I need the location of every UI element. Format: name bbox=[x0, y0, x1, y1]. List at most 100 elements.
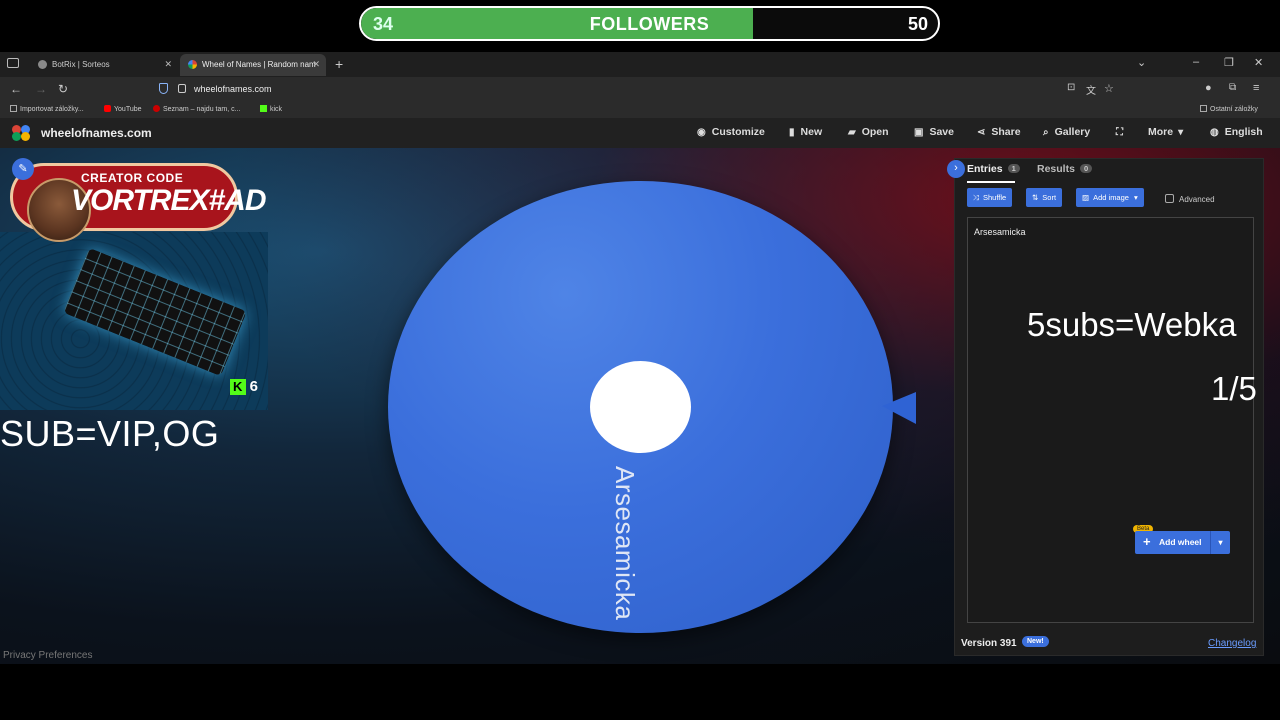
more-button[interactable]: More ▾ bbox=[1148, 126, 1183, 138]
bookmark-seznam[interactable]: Seznam – najdu tam, c... bbox=[153, 105, 240, 113]
botrix-favicon-icon bbox=[38, 60, 47, 69]
wheel-pointer bbox=[882, 392, 916, 424]
sub-perks-text: SUB=VIP,OG bbox=[0, 413, 220, 454]
translate-icon[interactable]: 文 bbox=[1086, 82, 1096, 97]
forward-icon[interactable]: → bbox=[35, 82, 47, 96]
new-badge: New! bbox=[1022, 636, 1049, 647]
followers-target: 50 bbox=[907, 14, 928, 34]
keyboard-image bbox=[63, 247, 247, 377]
globe-icon: ◍ bbox=[1210, 127, 1219, 138]
bookmark-import[interactable]: Importovat záložky... bbox=[10, 105, 84, 113]
screen: 34 FOLLOWERS 50 BotRix | Sorteos ✕ Wheel… bbox=[0, 0, 1280, 720]
youtube-icon bbox=[104, 105, 111, 112]
language-button[interactable]: ◍ English bbox=[1210, 126, 1263, 138]
active-tab-indicator bbox=[967, 181, 1015, 183]
sort-button[interactable]: ⇅ Sort bbox=[1026, 188, 1063, 207]
open-button[interactable]: ▰ Open bbox=[848, 126, 889, 138]
webcam-overlay: K6 bbox=[0, 232, 268, 410]
menu-icon[interactable]: ≡ bbox=[1253, 82, 1259, 94]
creator-code-banner: CREATOR CODE VORTREX#AD bbox=[10, 163, 266, 242]
collapse-chevron-icon[interactable]: › bbox=[947, 160, 965, 178]
wheel-entry-label: Arsesamicka bbox=[610, 466, 640, 621]
search-icon: ⌕ bbox=[1043, 127, 1049, 138]
tab-title: BotRix | Sorteos bbox=[52, 60, 110, 69]
profile-icon[interactable]: ● bbox=[1205, 82, 1212, 94]
privacy-preferences-link[interactable]: Privacy Preferences bbox=[3, 650, 92, 661]
add-wheel-dropdown-icon[interactable]: ▾ bbox=[1210, 531, 1230, 554]
bookmark-other[interactable]: Ostatní záložky bbox=[1200, 105, 1258, 113]
bookmark-star-icon[interactable]: ☆ bbox=[1104, 82, 1114, 95]
minimize-icon[interactable]: – bbox=[1193, 56, 1199, 68]
customize-button[interactable]: ◉ Customize bbox=[697, 126, 765, 138]
wheel-logo-icon[interactable] bbox=[12, 125, 32, 141]
changelog-link[interactable]: Changelog bbox=[1208, 638, 1256, 649]
checkbox-box[interactable] bbox=[1165, 194, 1174, 203]
kick-logo-icon: K bbox=[229, 379, 246, 395]
file-icon: ▮ bbox=[789, 127, 795, 138]
extensions-icon[interactable]: ⧉ bbox=[1229, 82, 1236, 93]
folder-icon bbox=[1200, 105, 1207, 112]
browser-tab-bar: BotRix | Sorteos ✕ Wheel of Names | Rand… bbox=[0, 52, 1280, 77]
close-tab-icon[interactable]: ✕ bbox=[164, 59, 172, 70]
address-bar-row: ← → ↻ wheelofnames.com ⊡ 文 ☆ ● ⧉ ≡ bbox=[0, 77, 1280, 102]
results-count-badge: 0 bbox=[1079, 164, 1093, 173]
caret-down-icon: ▾ bbox=[1133, 193, 1138, 202]
fullscreen-icon: ⛶ bbox=[1116, 127, 1123, 138]
kick-icon bbox=[260, 105, 267, 112]
add-wheel-button[interactable]: + Add wheel ▾ bbox=[1135, 531, 1230, 554]
spin-wheel[interactable]: Arsesamicka bbox=[388, 181, 893, 633]
creator-code-title: CREATOR CODE bbox=[81, 171, 184, 185]
save-button[interactable]: ▣ Save bbox=[914, 126, 954, 138]
bookmarks-bar: Importovat záložky... YouTube Seznam – n… bbox=[0, 102, 1280, 118]
tab-results[interactable]: Results 0 bbox=[1037, 163, 1093, 175]
subs-progress-text: 1/5 bbox=[1211, 370, 1257, 407]
bookmark-kick[interactable]: kick bbox=[260, 105, 282, 113]
fullscreen-button[interactable]: ⛶ bbox=[1116, 126, 1129, 138]
tab-botrix[interactable]: BotRix | Sorteos ✕ bbox=[30, 54, 178, 76]
back-icon[interactable]: ← bbox=[10, 82, 22, 96]
image-icon: ▨ bbox=[1082, 193, 1090, 202]
share-icon: ⋖ bbox=[977, 127, 986, 138]
tab-wheel-of-names[interactable]: Wheel of Names | Random nam ✕ bbox=[180, 54, 326, 76]
entries-textarea[interactable]: Arsesamicka bbox=[967, 217, 1254, 623]
tab-entries[interactable]: Entries 1 bbox=[967, 163, 1020, 175]
version-label: Version 391 bbox=[961, 638, 1017, 649]
site-header: wheelofnames.com ◉ Customize ▮ New ▰ Open ▣… bbox=[0, 118, 1280, 148]
edit-pencil-icon[interactable]: ✎ bbox=[12, 158, 34, 180]
wheel-hub[interactable] bbox=[590, 361, 691, 453]
seznam-icon bbox=[153, 105, 160, 112]
import-icon bbox=[10, 105, 17, 112]
shuffle-button[interactable]: ⤨ Shuffle bbox=[967, 188, 1013, 207]
install-app-icon[interactable]: ⊡ bbox=[1067, 82, 1075, 93]
close-tab-icon[interactable]: ✕ bbox=[312, 59, 320, 70]
lock-icon[interactable] bbox=[178, 84, 186, 93]
new-button[interactable]: ▮ New bbox=[789, 126, 822, 138]
close-window-icon[interactable]: ✕ bbox=[1254, 56, 1263, 69]
bookmark-youtube[interactable]: YouTube bbox=[104, 105, 142, 113]
add-image-button[interactable]: ▨ Add image ▾ bbox=[1076, 188, 1144, 207]
url-field[interactable]: wheelofnames.com bbox=[194, 84, 272, 94]
shuffle-icon: ⤨ bbox=[973, 193, 979, 202]
advanced-checkbox[interactable]: Advanced bbox=[1165, 194, 1215, 204]
followers-label: FOLLOWERS bbox=[589, 14, 710, 34]
palette-icon: ◉ bbox=[697, 127, 706, 138]
new-tab-icon[interactable]: + bbox=[335, 56, 343, 72]
folder-open-icon: ▰ bbox=[848, 127, 856, 138]
reload-icon[interactable]: ↻ bbox=[58, 82, 68, 96]
creator-code-value: VORTREX#AD bbox=[71, 184, 266, 217]
gallery-button[interactable]: ⌕ Gallery bbox=[1043, 126, 1090, 138]
caret-down-icon: ▾ bbox=[1178, 127, 1184, 138]
sort-icon: ⇅ bbox=[1032, 193, 1039, 202]
tab-list-chevron-icon[interactable]: ⌄ bbox=[1137, 56, 1146, 69]
kick-viewers-badge: K6 bbox=[229, 378, 258, 395]
followers-goal-bar: 34 FOLLOWERS 50 bbox=[359, 6, 940, 41]
subs-goal-text: 5subs=Webka bbox=[1027, 306, 1237, 343]
restore-icon[interactable]: ❐ bbox=[1224, 56, 1234, 69]
share-button[interactable]: ⋖ Share bbox=[977, 126, 1021, 138]
tab-title: Wheel of Names | Random nam bbox=[202, 60, 316, 69]
shield-icon[interactable] bbox=[159, 83, 168, 94]
plus-icon: + bbox=[1143, 534, 1151, 549]
site-name[interactable]: wheelofnames.com bbox=[41, 126, 152, 140]
main-area: Arsesamicka K6 CREATOR CODE VORTREX#AD ✎… bbox=[0, 148, 1280, 664]
tab-search-icon[interactable] bbox=[7, 58, 19, 68]
